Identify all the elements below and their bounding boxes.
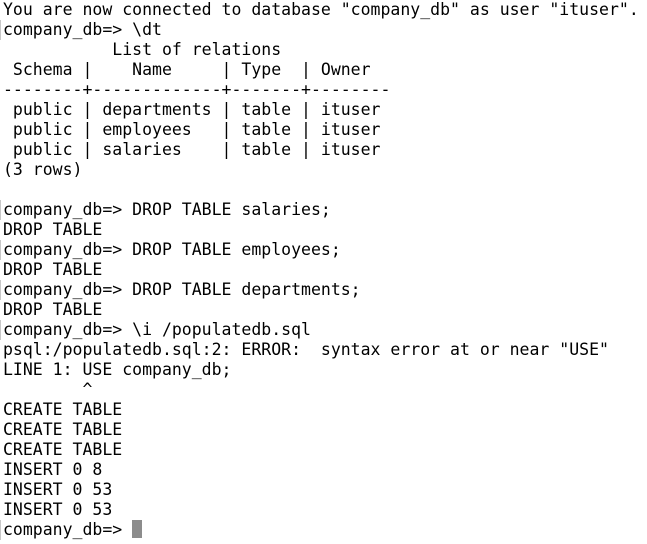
output-line: public | salaries | table | ituser [3,140,381,159]
output-line: DROP TABLE [3,220,103,239]
output-line: Schema | Name | Type | Owner [3,60,371,79]
output-line: CREATE TABLE [3,420,123,439]
text-cursor [132,520,143,538]
output-line: List of relations [3,40,282,59]
output-line: (3 rows) [3,160,83,179]
command-line: company_db=> DROP TABLE salaries; [0,200,647,220]
output-line: DROP TABLE [3,300,103,319]
output-line: public | departments | table | ituser [3,100,381,119]
output-line: INSERT 0 53 [3,500,113,519]
command-line: company_db=> DROP TABLE employees; [0,240,647,260]
command-line: company_db=> \dt [0,20,647,40]
output-line: ^ [3,380,93,399]
output-line: CREATE TABLE [3,440,123,459]
active-prompt-line[interactable]: company_db=> [0,520,647,540]
output-line: You are now connected to database "compa… [3,0,639,19]
output-line: LINE 1: USE company_db; [3,360,232,379]
output-line: INSERT 0 8 [3,460,103,479]
terminal-output: You are now connected to database "compa… [0,0,647,520]
output-line: psql:/populatedb.sql:2: ERROR: syntax er… [3,340,609,359]
prompt-text: company_db=> [3,520,133,539]
output-line: DROP TABLE [3,260,103,279]
terminal-window[interactable]: You are now connected to database "compa… [0,0,647,544]
output-line: CREATE TABLE [3,400,123,419]
output-line: INSERT 0 53 [3,480,113,499]
command-line: company_db=> DROP TABLE departments; [0,280,647,300]
output-line: public | employees | table | ituser [3,120,381,139]
output-line: --------+-------------+-------+-------- [3,80,391,99]
command-line: company_db=> \i /populatedb.sql [0,320,647,340]
